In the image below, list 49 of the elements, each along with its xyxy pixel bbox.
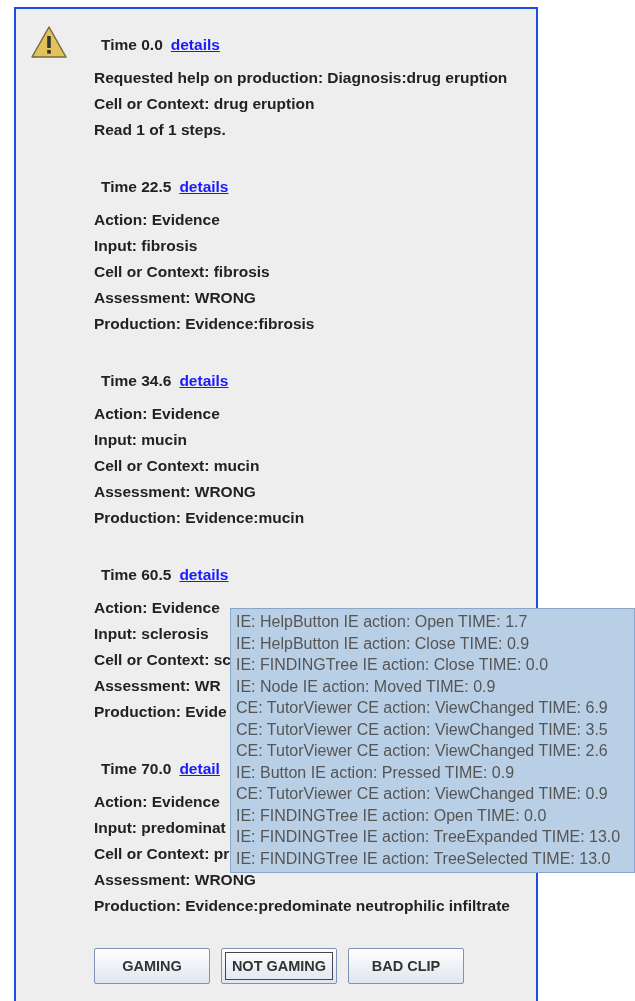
log-line: Read 1 of 1 steps. (94, 120, 226, 140)
log-line: Assessment: WRONG (94, 288, 256, 308)
log-line: Production: Evidence:mucin (94, 508, 305, 528)
log-line: Action: Evidence (94, 598, 220, 618)
log-line: Cell or Context: fibrosis (94, 262, 270, 282)
log-line: Input: sclerosis (94, 624, 209, 644)
tooltip-line: IE: FINDINGTree IE action: Close TIME: 0.0 (236, 655, 550, 675)
tooltip-line: IE: FINDINGTree IE action: Open TIME: 0.0 (236, 805, 548, 826)
tooltip-line: IE: Node IE action: Moved TIME: 0.9 (236, 676, 497, 697)
details-link[interactable]: details (179, 370, 229, 392)
label-button[interactable]: GAMING (94, 948, 210, 984)
warning-icon (30, 25, 68, 59)
log-line: Action: Evidence (94, 210, 220, 230)
tooltip-line: IE: HelpButton IE action: Close TIME: 0.9 (236, 633, 531, 654)
log-line: Assessment: WRONG (94, 870, 256, 890)
details-link[interactable]: details (179, 564, 229, 586)
details-link[interactable]: detail (179, 758, 220, 780)
tooltip-line: IE: HelpButton IE action: Open TIME: 1.7 (236, 612, 529, 632)
log-line: Assessment: WRONG (94, 482, 256, 502)
log-line: Production: Evidence:fibrosis (94, 314, 315, 334)
details-link[interactable]: details (170, 34, 220, 56)
log-line: Cell or Context: drug eruption (94, 94, 315, 114)
log-line: Action: Evidence (94, 792, 220, 812)
log-line: Input: mucin (94, 430, 187, 450)
log-line: Action: Evidence (94, 404, 220, 424)
log-line: Production: Evidence:predominate neutrophilic infiltrate (94, 896, 510, 916)
log-line: Input: predominat (94, 818, 226, 838)
tooltip-line: CE: TutorViewer CE action: ViewChanged TIME: 3.5 (236, 719, 609, 740)
tooltip-line: CE: TutorViewer CE action: ViewChanged TIME: 2.6 (236, 741, 609, 761)
time-label: Time 60.5 (101, 565, 172, 585)
tooltip-line: IE: FINDINGTree IE action: TreeSelected TIME: 13.0 (236, 848, 612, 869)
tooltip-line: IE: FINDINGTree IE action: TreeExpanded TIME: 13.0 (236, 827, 622, 847)
tooltip-line: CE: TutorViewer CE action: ViewChanged TIME: 6.9 (236, 698, 609, 718)
log-line: Cell or Context: mucin (94, 456, 260, 476)
tooltip-line: IE: Button IE action: Pressed TIME: 0.9 (236, 762, 516, 783)
tooltip-line: CE: TutorViewer CE action: ViewChanged TIME: 0.9 (236, 784, 609, 804)
label-button[interactable]: NOT GAMING (221, 948, 337, 984)
details-link[interactable]: details (179, 176, 229, 198)
time-label: Time 0.0 (101, 35, 163, 55)
log-line: Cell or Context: sc (94, 650, 231, 670)
log-line: Cell or Context: pr (94, 844, 230, 864)
log-line: Requested help on production: Diagnosis:drug eruption (94, 68, 508, 88)
log-line: Input: fibrosis (94, 236, 198, 256)
time-label: Time 22.5 (101, 177, 172, 197)
time-label: Time 34.6 (101, 371, 172, 391)
log-line: Production: Evide (94, 702, 227, 722)
label-button[interactable]: BAD CLIP (348, 948, 464, 984)
log-line: Assessment: WR (94, 676, 221, 696)
time-label: Time 70.0 (101, 759, 172, 779)
